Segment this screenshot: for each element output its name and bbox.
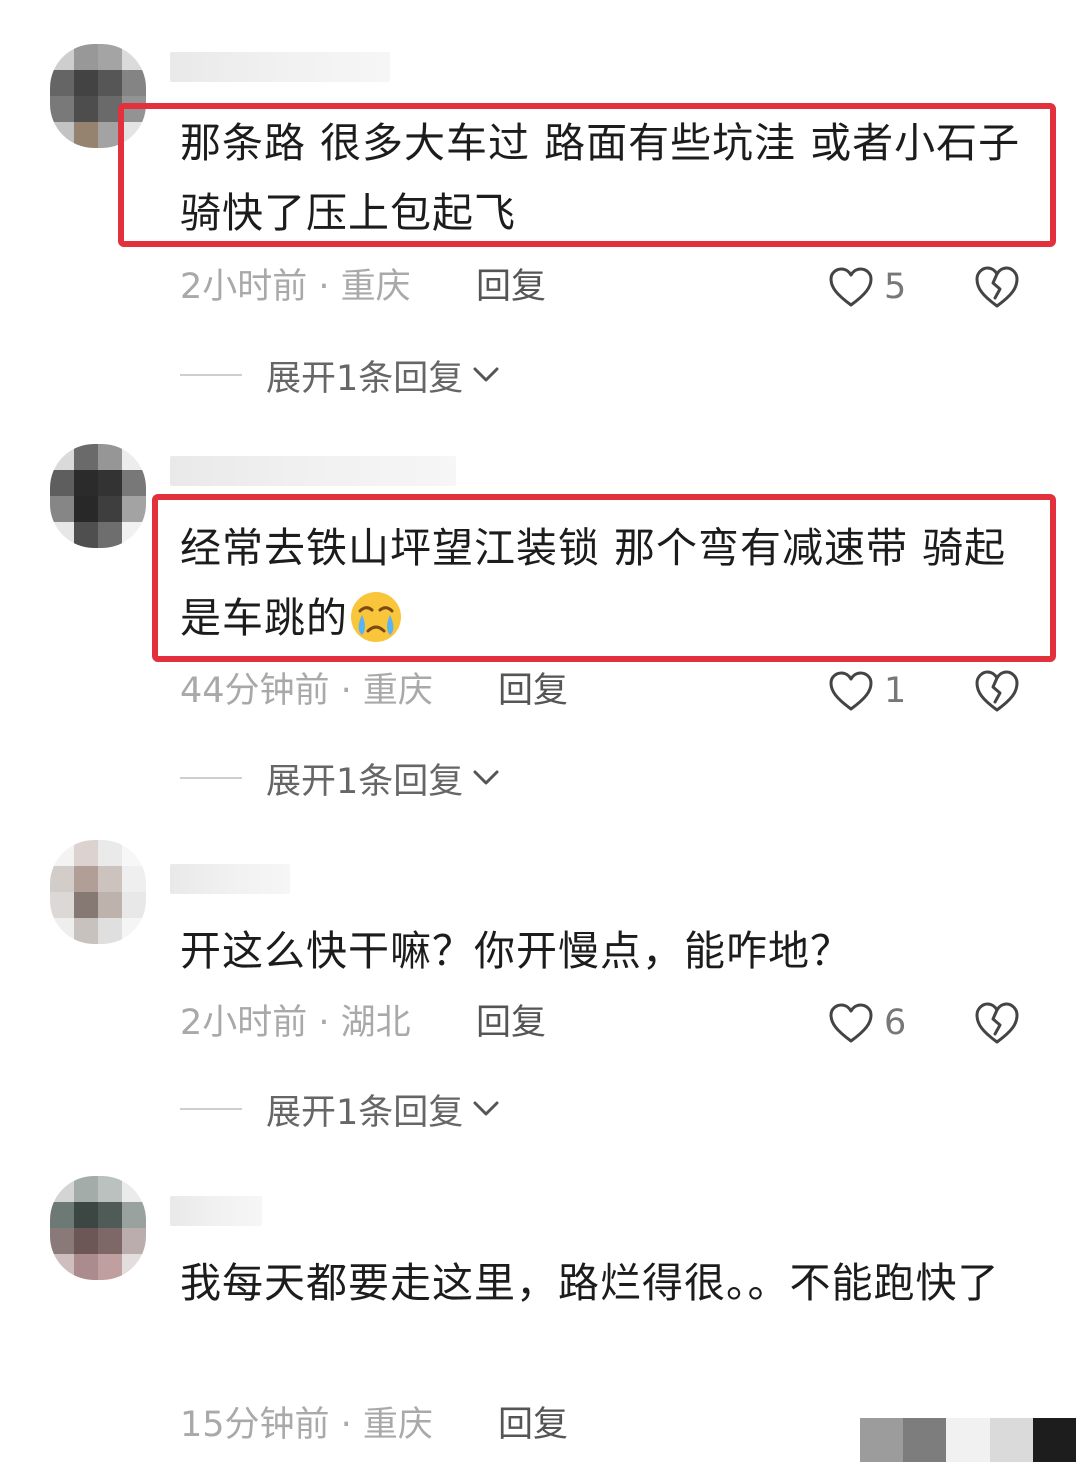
comment-text-body: 经常去铁山坪望江装锁 那个弯有减速带 骑起是车跳的	[180, 524, 1007, 642]
username-blurred	[170, 864, 290, 894]
comment-text: 那条路 很多大车过 路面有些坑洼 或者小石子 骑快了压上包起飞	[180, 119, 1021, 237]
time-location: 2小时前 · 湖北	[180, 1003, 411, 1043]
expand-replies-button[interactable]: 展开1条回复	[180, 753, 501, 803]
dislike-button[interactable]	[973, 1000, 1021, 1046]
crying-face-emoji	[351, 592, 401, 642]
like-count: 5	[884, 267, 907, 307]
dislike-button[interactable]	[973, 668, 1021, 714]
divider-line	[180, 374, 242, 376]
username-blurred	[170, 52, 390, 82]
chevron-down-icon	[473, 367, 499, 382]
username-blurred	[170, 456, 456, 486]
username-blurred	[170, 1196, 262, 1226]
comment-text: 我每天都要走这里，路烂得很。。不能跑快了	[180, 1259, 1000, 1307]
broken-heart-icon	[975, 1002, 1019, 1044]
broken-heart-icon	[975, 670, 1019, 712]
comment-meta: 44分钟前 · 重庆 回复	[180, 666, 1040, 716]
divider-line	[180, 1108, 242, 1110]
reply-button[interactable]: 回复	[476, 262, 546, 312]
time-location: 2小时前 · 重庆	[180, 267, 411, 307]
comment-meta: 2小时前 · 重庆 回复	[180, 262, 1040, 312]
broken-heart-icon	[975, 266, 1019, 308]
heart-outline-icon	[829, 1003, 873, 1043]
watermark-blurred	[860, 1418, 1076, 1462]
like-button[interactable]: 6	[828, 998, 906, 1048]
expand-replies-button[interactable]: 展开1条回复	[180, 1084, 501, 1134]
heart-outline-icon	[829, 671, 873, 711]
like-button[interactable]: 5	[828, 262, 906, 312]
dislike-button[interactable]	[973, 264, 1021, 310]
comment-meta: 2小时前 · 湖北 回复	[180, 998, 1040, 1048]
like-count: 1	[884, 671, 907, 711]
reply-button[interactable]: 回复	[498, 666, 568, 716]
time-location: 44分钟前 · 重庆	[180, 671, 433, 711]
expand-replies-label: 展开1条回复	[266, 761, 464, 802]
heart-outline-icon	[829, 267, 873, 307]
reply-button[interactable]: 回复	[498, 1400, 568, 1450]
comment-text: 经常去铁山坪望江装锁 那个弯有减速带 骑起是车跳的	[180, 513, 1040, 653]
chevron-down-icon	[473, 1101, 499, 1116]
reply-button[interactable]: 回复	[476, 998, 546, 1048]
like-count: 6	[884, 1003, 907, 1043]
like-button[interactable]: 1	[828, 666, 906, 716]
expand-replies-label: 展开1条回复	[266, 1092, 464, 1133]
comment-text: 开这么快干嘛？你开慢点，能咋地？	[180, 927, 852, 975]
avatar[interactable]	[50, 1176, 146, 1280]
avatar[interactable]	[50, 840, 146, 944]
expand-replies-label: 展开1条回复	[266, 358, 464, 399]
divider-line	[180, 777, 242, 779]
expand-replies-button[interactable]: 展开1条回复	[180, 350, 501, 400]
avatar[interactable]	[50, 444, 146, 548]
time-location: 15分钟前 · 重庆	[180, 1405, 433, 1445]
chevron-down-icon	[473, 770, 499, 785]
